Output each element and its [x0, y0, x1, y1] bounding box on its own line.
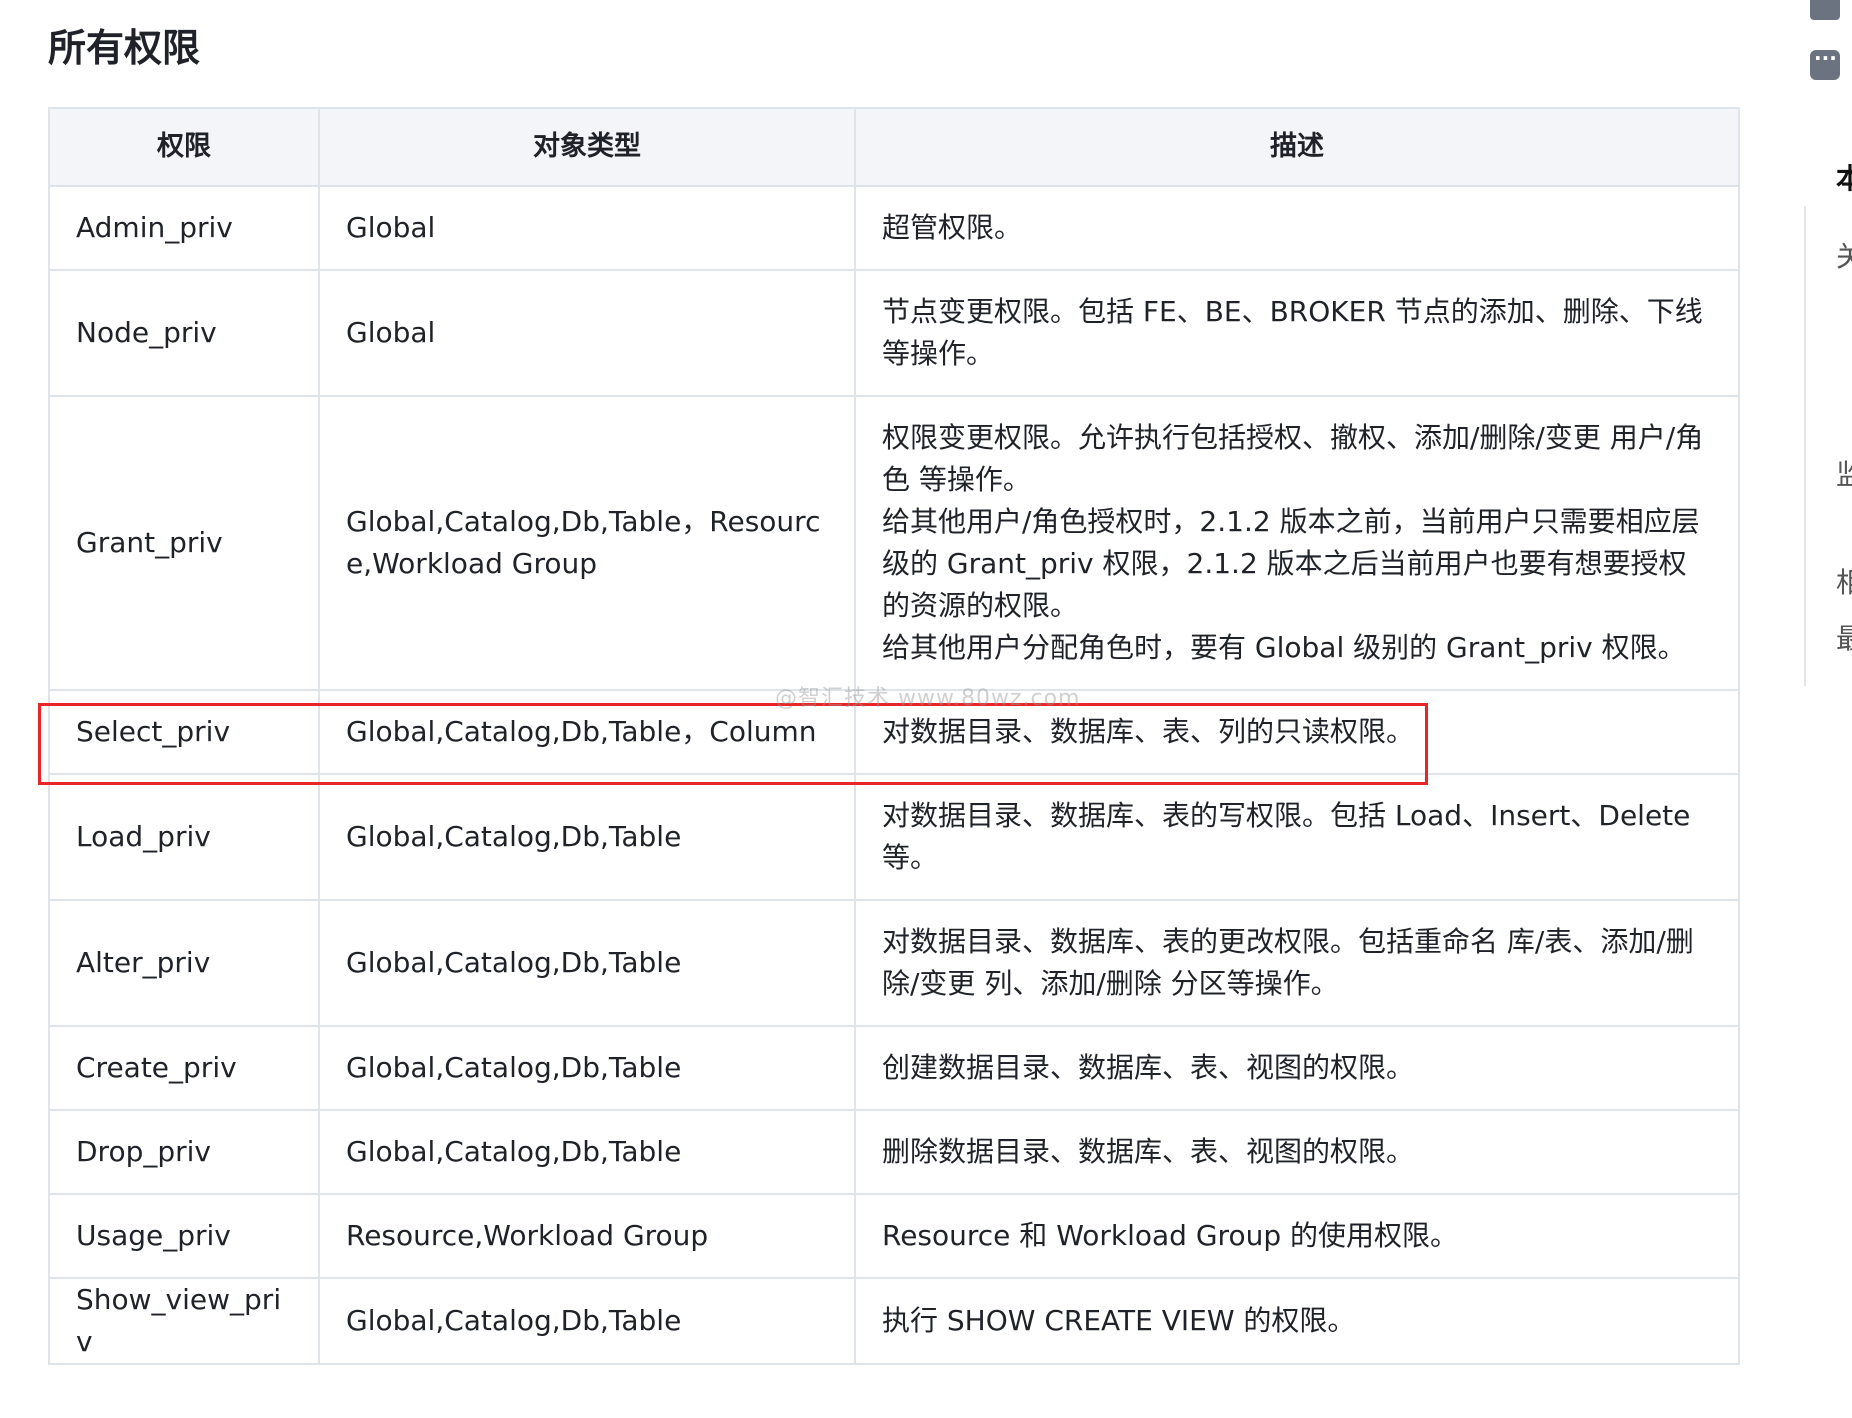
- cell-priv: Node_priv: [48, 269, 320, 397]
- cell-object: Global,Catalog,Db,Table: [318, 1025, 856, 1111]
- table-row: Show_view_priv Global,Catalog,Db,Table 执…: [48, 1277, 1740, 1365]
- desc-line: 节点变更权限。包括 FE、BE、BROKER 节点的添加、删除、下线等操作。: [882, 295, 1703, 370]
- table-row: Create_priv Global,Catalog,Db,Table 创建数据…: [48, 1025, 1740, 1111]
- cell-priv: Drop_priv: [48, 1109, 320, 1195]
- cell-priv: Alter_priv: [48, 899, 320, 1027]
- toc-heading: 本: [1836, 164, 1852, 194]
- toc-item[interactable]: 最: [1836, 624, 1852, 654]
- privilege-table: 权限 对象类型 描述 Admin_priv Global 超管权限。 Node_…: [48, 107, 1740, 1365]
- toc-item[interactable]: 关: [1836, 242, 1852, 272]
- desc-line: 对数据目录、数据库、表的写权限。包括 Load、Insert、Delete 等。: [882, 799, 1691, 874]
- desc-line: 给其他用户/角色授权时，2.1.2 版本之前，当前用户只需要相应层级的 Gran…: [882, 505, 1700, 622]
- cell-object: Global: [318, 185, 856, 271]
- desc-line: 创建数据目录、数据库、表、视图的权限。: [882, 1051, 1415, 1084]
- header-priv: 权限: [48, 107, 320, 187]
- desc-line: 对数据目录、数据库、表的更改权限。包括重命名 库/表、添加/删除/变更 列、添加…: [882, 925, 1694, 1000]
- page-title: 所有权限: [48, 26, 201, 70]
- table-row: Load_priv Global,Catalog,Db,Table 对数据目录、…: [48, 773, 1740, 901]
- watermark: @智汇技术 www.80wz.com: [775, 686, 1081, 711]
- cell-desc: 对数据目录、数据库、表的写权限。包括 Load、Insert、Delete 等。: [854, 773, 1740, 901]
- header-description: 描述: [854, 107, 1740, 187]
- table-row: Admin_priv Global 超管权限。: [48, 185, 1740, 271]
- toc-item[interactable]: 监: [1836, 460, 1852, 490]
- cell-object: Global,Catalog,Db,Table: [318, 1109, 856, 1195]
- cell-object: Global,Catalog,Db,Table: [318, 899, 856, 1027]
- cell-desc: 执行 SHOW CREATE VIEW 的权限。: [854, 1277, 1740, 1365]
- cell-desc: 超管权限。: [854, 185, 1740, 271]
- cell-object: Global,Catalog,Db,Table，Resource,Workloa…: [318, 395, 856, 691]
- table-header-row: 权限 对象类型 描述: [48, 107, 1740, 187]
- cell-desc: Resource 和 Workload Group 的使用权限。: [854, 1193, 1740, 1279]
- desc-line: 给其他用户分配角色时，要有 Global 级别的 Grant_priv 权限。: [882, 631, 1686, 664]
- desc-line: 删除数据目录、数据库、表、视图的权限。: [882, 1135, 1415, 1168]
- cell-priv: Grant_priv: [48, 395, 320, 691]
- cell-object: Global,Catalog,Db,Table: [318, 773, 856, 901]
- cell-desc: 对数据目录、数据库、表的更改权限。包括重命名 库/表、添加/删除/变更 列、添加…: [854, 899, 1740, 1027]
- toc-item[interactable]: 相: [1836, 568, 1852, 598]
- cell-desc: 节点变更权限。包括 FE、BE、BROKER 节点的添加、删除、下线等操作。: [854, 269, 1740, 397]
- cell-priv: Admin_priv: [48, 185, 320, 271]
- pdf-icon[interactable]: [1810, 0, 1840, 20]
- cell-object: Resource,Workload Group: [318, 1193, 856, 1279]
- desc-line: 超管权限。: [882, 211, 1023, 244]
- cell-desc: 创建数据目录、数据库、表、视图的权限。: [854, 1025, 1740, 1111]
- cell-priv: Create_priv: [48, 1025, 320, 1111]
- desc-line: Resource 和 Workload Group 的使用权限。: [882, 1219, 1458, 1252]
- cell-priv: Usage_priv: [48, 1193, 320, 1279]
- table-row: Drop_priv Global,Catalog,Db,Table 删除数据目录…: [48, 1109, 1740, 1195]
- table-row: Alter_priv Global,Catalog,Db,Table 对数据目录…: [48, 899, 1740, 1027]
- desc-line: 权限变更权限。允许执行包括授权、撤权、添加/删除/变更 用户/角色 等操作。: [882, 421, 1704, 496]
- header-object-type: 对象类型: [318, 107, 856, 187]
- cell-desc: 权限变更权限。允许执行包括授权、撤权、添加/删除/变更 用户/角色 等操作。 给…: [854, 395, 1740, 691]
- cell-priv: Load_priv: [48, 773, 320, 901]
- table-row: Node_priv Global 节点变更权限。包括 FE、BE、BROKER …: [48, 269, 1740, 397]
- cell-desc: 删除数据目录、数据库、表、视图的权限。: [854, 1109, 1740, 1195]
- cell-object: Global: [318, 269, 856, 397]
- toc-rail: [1804, 206, 1806, 686]
- privilege-table-container: 权限 对象类型 描述 Admin_priv Global 超管权限。 Node_…: [48, 107, 1740, 1365]
- desc-line: 对数据目录、数据库、表、列的只读权限。: [882, 715, 1415, 748]
- table-row: Usage_priv Resource,Workload Group Resou…: [48, 1193, 1740, 1279]
- desc-line: 执行 SHOW CREATE VIEW 的权限。: [882, 1304, 1356, 1337]
- table-row: Grant_priv Global,Catalog,Db,Table，Resou…: [48, 395, 1740, 691]
- cell-priv: Show_view_priv: [48, 1277, 320, 1365]
- page: 所有权限 权限 对象类型 描述 Admin_priv Global 超管权限。 …: [0, 0, 1852, 1418]
- cell-priv: Select_priv: [48, 689, 320, 775]
- cell-object: Global,Catalog,Db,Table: [318, 1277, 856, 1365]
- comment-icon[interactable]: [1810, 46, 1840, 80]
